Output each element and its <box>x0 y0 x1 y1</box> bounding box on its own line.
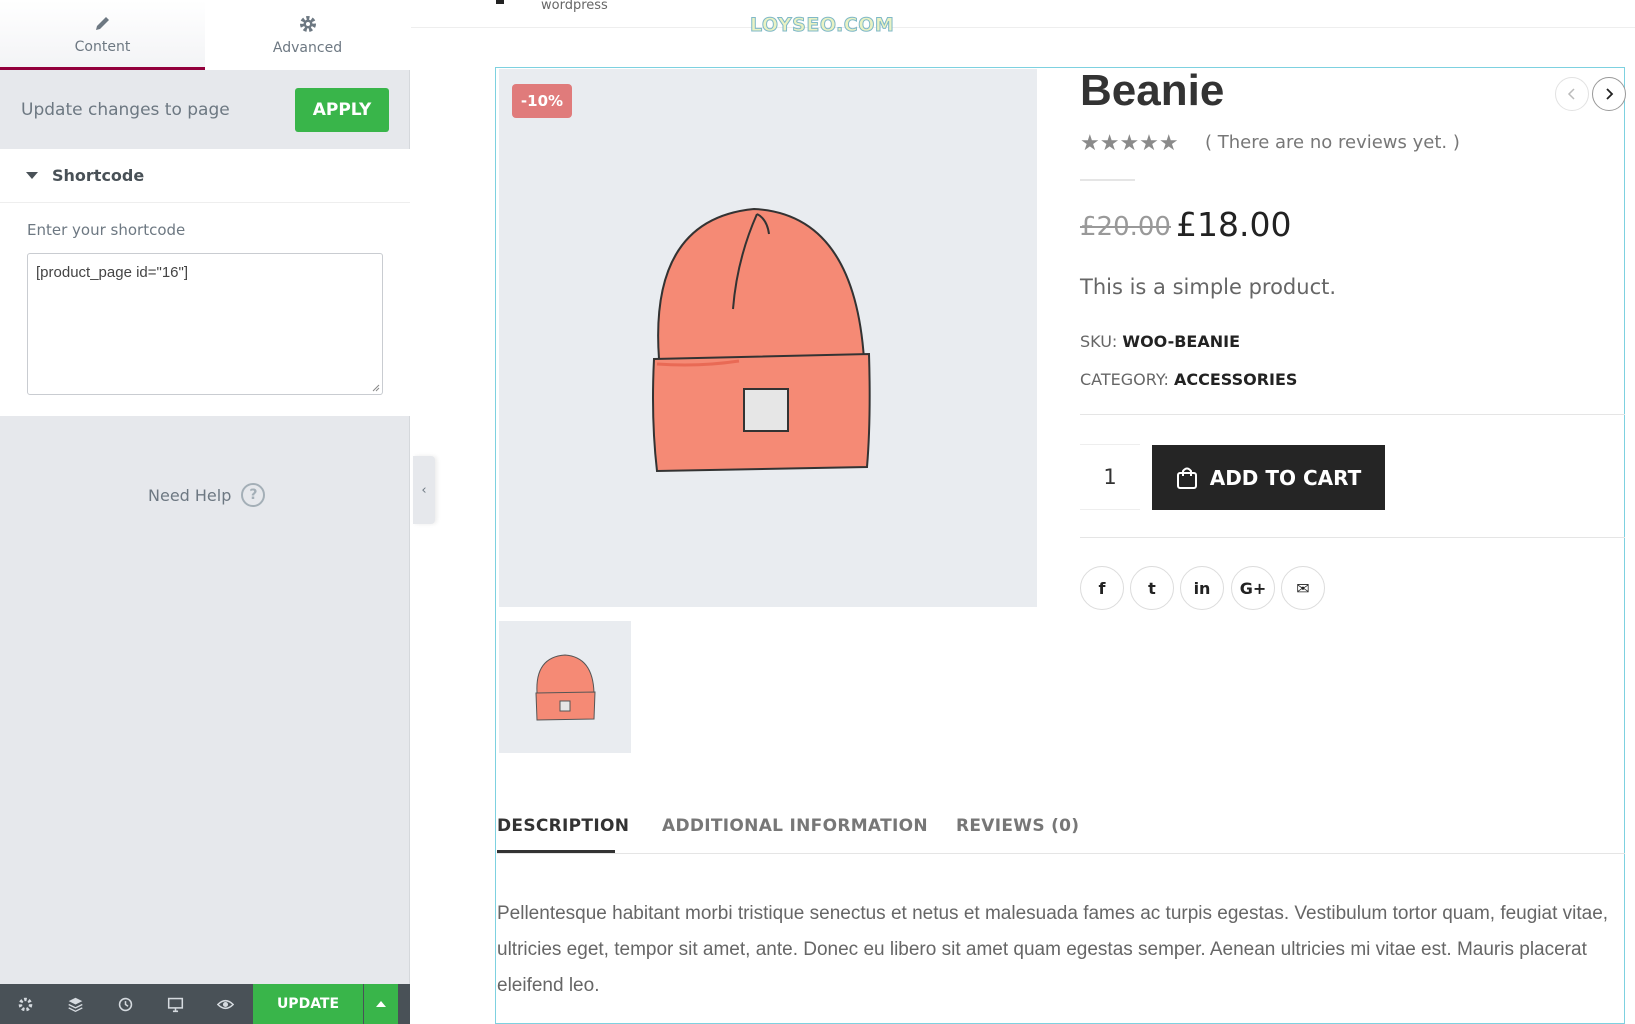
need-help-label: Need Help <box>148 485 232 505</box>
facebook-share-icon[interactable]: f <box>1080 566 1124 610</box>
sku-value: WOO-BEANIE <box>1122 332 1240 351</box>
settings-icon[interactable] <box>0 984 50 1024</box>
tabs-divider <box>497 853 1625 854</box>
site-header-text: wordpress <box>541 0 608 13</box>
preview-icon[interactable] <box>200 984 250 1024</box>
add-to-cart-button[interactable]: ADD TO CART <box>1152 445 1385 510</box>
shortcode-section-title: Shortcode <box>52 166 145 185</box>
twitter-share-icon[interactable]: t <box>1130 566 1174 610</box>
tab-additional-information[interactable]: ADDITIONAL INFORMATION <box>662 816 928 836</box>
product-description: Pellentesque habitant morbi tristique se… <box>497 903 1609 996</box>
shortcode-section-header[interactable]: Shortcode <box>0 149 410 203</box>
divider <box>1080 414 1625 415</box>
shortcode-value: [product_page id="16"] <box>36 264 189 281</box>
help-icon: ? <box>241 483 266 507</box>
chevron-right-icon <box>1606 88 1614 100</box>
tab-content-label: Content <box>74 38 131 55</box>
googleplus-share-icon[interactable]: G+ <box>1231 566 1275 610</box>
product-category: CATEGORY: ACCESSORIES <box>1080 370 1297 389</box>
rating-stars: ★★★★★ <box>1080 131 1179 156</box>
sale-badge: -10% <box>512 84 572 118</box>
site-logo-mark <box>496 0 504 4</box>
update-options-button[interactable] <box>364 984 398 1024</box>
category-label: CATEGORY: <box>1080 370 1169 389</box>
linkedin-share-icon[interactable]: in <box>1180 566 1224 610</box>
active-tab-indicator <box>497 850 615 853</box>
beanie-thumbnail-illustration <box>535 654 596 721</box>
apply-bar: Update changes to page APPLY <box>0 70 410 149</box>
tab-advanced[interactable]: Advanced <box>205 0 410 70</box>
editor-tabs: Content Advanced <box>0 0 410 70</box>
gear-icon <box>299 16 316 32</box>
sku-label: SKU: <box>1080 332 1118 351</box>
shortcode-textarea[interactable]: [product_page id="16"] <box>27 253 383 395</box>
category-link[interactable]: ACCESSORIES <box>1174 370 1297 389</box>
shortcode-field-label: Enter your shortcode <box>27 221 186 239</box>
email-share-icon[interactable]: ✉ <box>1281 566 1325 610</box>
resize-handle-icon[interactable] <box>370 382 380 392</box>
product-sku: SKU: WOO-BEANIE <box>1080 332 1240 351</box>
next-product-button[interactable] <box>1592 77 1626 111</box>
product-main-image[interactable] <box>499 69 1037 607</box>
reviews-link[interactable]: ( There are no reviews yet. ) <box>1205 132 1460 153</box>
tab-description[interactable]: DESCRIPTION <box>497 816 629 836</box>
product-thumbnail[interactable] <box>499 621 631 753</box>
price-sale: £18.00 <box>1176 205 1292 244</box>
chevron-left-icon <box>1567 88 1575 100</box>
editor-panel: Content Advanced Update changes to page … <box>0 0 410 1024</box>
divider <box>1080 179 1135 181</box>
shopping-bag-icon <box>1176 467 1197 489</box>
prev-product-button[interactable] <box>1555 77 1589 111</box>
apply-button[interactable]: APPLY <box>295 87 389 132</box>
layers-icon[interactable] <box>50 984 100 1024</box>
product-short-description: This is a simple product. <box>1080 275 1337 299</box>
pencil-icon <box>95 16 109 30</box>
watermark: LOYSEO.COM <box>749 14 895 37</box>
editor-bottom-bar: UPDATE <box>0 984 410 1024</box>
divider <box>1080 537 1625 538</box>
need-help-link[interactable]: Need Help ? <box>148 483 266 507</box>
beanie-illustration <box>652 207 871 473</box>
collapse-panel-button[interactable]: ‹ <box>413 456 435 524</box>
caret-down-icon <box>26 172 38 179</box>
add-to-cart-label: ADD TO CART <box>1209 465 1362 490</box>
quantity-input[interactable]: 1 <box>1080 444 1140 510</box>
apply-bar-text: Update changes to page <box>21 99 230 120</box>
price-regular: £20.00 <box>1080 212 1171 242</box>
tab-reviews[interactable]: REVIEWS (0) <box>956 816 1079 836</box>
product-title: Beanie <box>1080 66 1225 115</box>
responsive-icon[interactable] <box>150 984 200 1024</box>
tab-advanced-label: Advanced <box>272 40 343 56</box>
shortcode-section: Shortcode Enter your shortcode [product_… <box>0 149 410 416</box>
screen: Content Advanced Update changes to page … <box>0 0 1635 1024</box>
caret-up-icon <box>376 1001 386 1007</box>
history-icon[interactable] <box>100 984 150 1024</box>
update-button[interactable]: UPDATE <box>253 984 363 1024</box>
tab-content[interactable]: Content <box>0 0 205 70</box>
